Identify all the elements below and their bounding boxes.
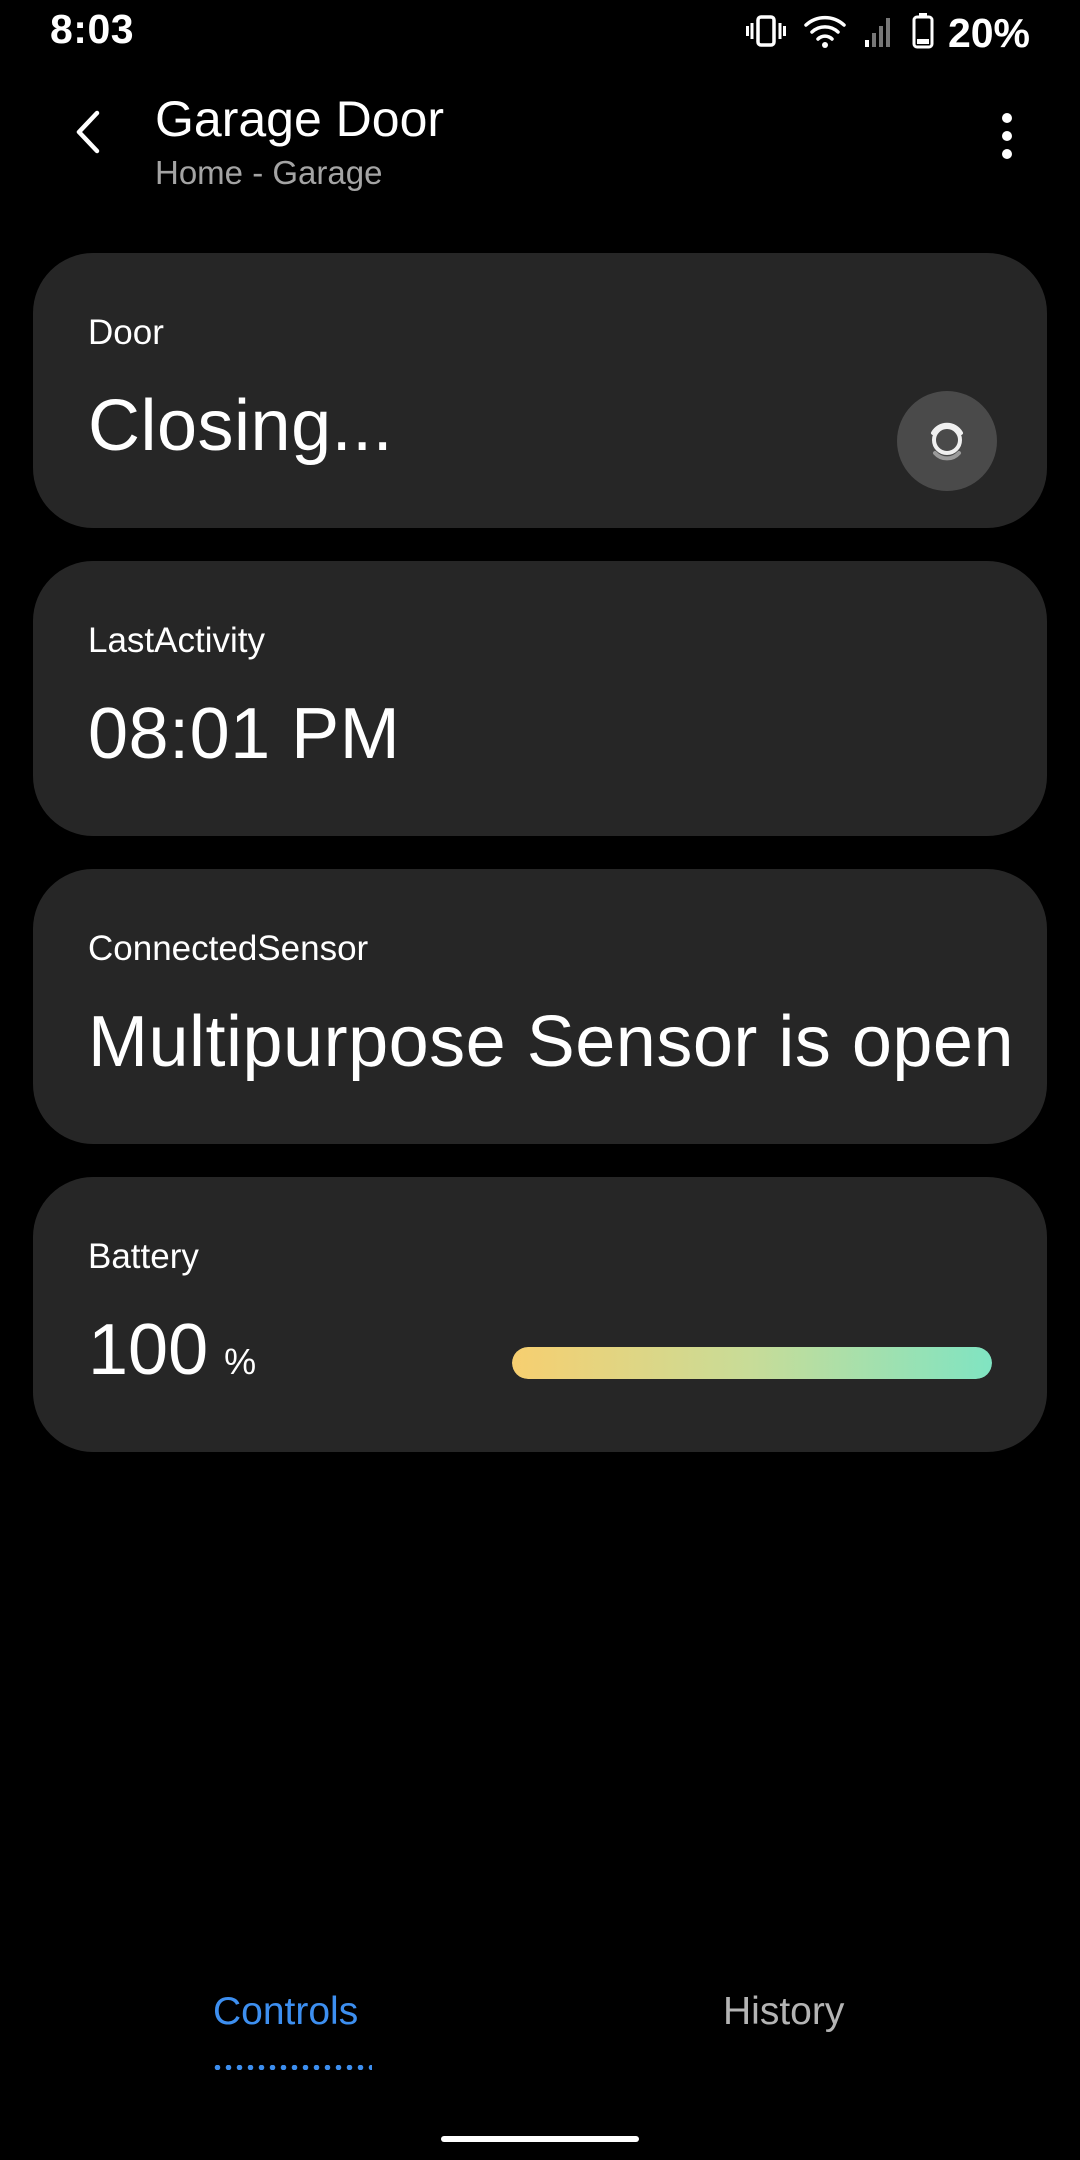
tab-history[interactable]: History: [723, 1990, 844, 2034]
door-toggle-icon: [923, 415, 971, 468]
connected-sensor-value: Multipurpose Sensor is open: [88, 1002, 1015, 1082]
last-activity-card[interactable]: LastActivity 08:01 PM: [33, 561, 1047, 836]
battery-unit: %: [224, 1341, 257, 1382]
chevron-left-icon: [73, 109, 103, 160]
door-card[interactable]: Door Closing...: [33, 253, 1047, 528]
tab-controls[interactable]: Controls: [213, 1990, 358, 2034]
battery-value: 100: [88, 1310, 209, 1390]
connected-sensor-card[interactable]: ConnectedSensor Multipurpose Sensor is o…: [33, 869, 1047, 1144]
wifi-icon: [804, 14, 846, 53]
more-options-button[interactable]: [990, 106, 1024, 170]
vibrate-icon: [745, 13, 786, 54]
bottom-tab-bar: Controls History: [0, 1990, 1080, 2080]
battery-icon: [912, 12, 934, 54]
battery-label: Battery: [88, 1237, 199, 1276]
active-tab-indicator: [212, 2065, 372, 2070]
status-bar: 8:03 20%: [0, 0, 1080, 66]
battery-level-fill: [512, 1347, 992, 1379]
door-status: Closing...: [88, 386, 394, 466]
page-title: Garage Door: [155, 91, 445, 147]
battery-level-bar: [512, 1347, 992, 1379]
back-button[interactable]: [56, 102, 120, 166]
last-activity-label: LastActivity: [88, 621, 265, 660]
door-label: Door: [88, 313, 164, 352]
connected-sensor-label: ConnectedSensor: [88, 929, 369, 968]
status-time: 8:03: [50, 6, 135, 52]
battery-card[interactable]: Battery 100 %: [33, 1177, 1047, 1452]
more-vertical-icon: [1000, 111, 1014, 166]
app-header: Garage Door Home - Garage: [0, 80, 1080, 210]
signal-icon: [864, 14, 894, 53]
battery-reading: 100 %: [88, 1309, 256, 1391]
home-indicator[interactable]: [441, 2136, 639, 2142]
status-icons: 20%: [745, 8, 1030, 58]
status-battery-percent: 20%: [947, 9, 1030, 56]
breadcrumb: Home - Garage: [155, 154, 383, 191]
last-activity-value: 08:01 PM: [88, 694, 401, 774]
door-toggle-button[interactable]: [897, 391, 997, 491]
